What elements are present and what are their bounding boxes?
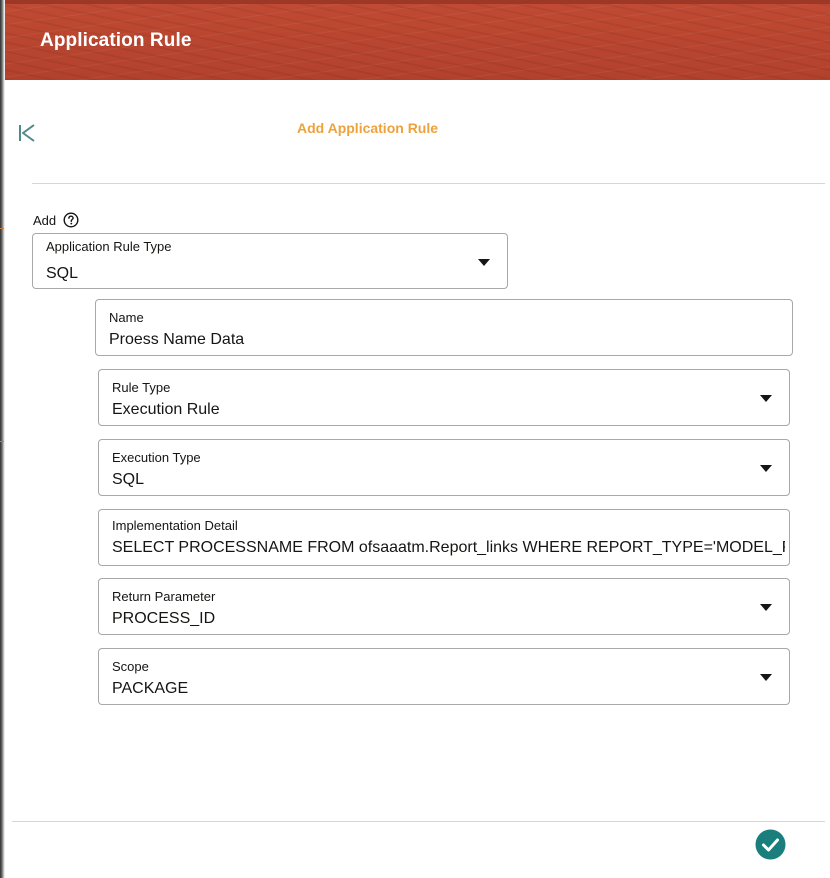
field-value: PACKAGE (112, 680, 189, 697)
caret-down-icon[interactable] (760, 395, 772, 402)
field-label: Execution Type (112, 450, 201, 465)
caret-down-icon[interactable] (478, 259, 490, 266)
execution-type-select[interactable]: Execution Type SQL (98, 439, 790, 496)
application-rule-type-select[interactable]: Application Rule Type SQL (32, 233, 508, 289)
back-button[interactable] (14, 120, 40, 146)
divider (12, 821, 825, 822)
edge-tick (0, 441, 4, 442)
caret-down-icon[interactable] (760, 604, 772, 611)
caret-down-icon[interactable] (760, 465, 772, 472)
name-field[interactable]: Name Proess Name Data (95, 299, 793, 356)
rule-type-select[interactable]: Rule Type Execution Rule (98, 369, 790, 426)
skip-back-icon (19, 124, 35, 142)
field-value: PROCESS_ID (112, 610, 216, 627)
field-value: SQL (112, 471, 145, 488)
field-label: Rule Type (112, 380, 171, 395)
panel-title: Add Application Rule (297, 120, 439, 136)
field-label: Name (109, 310, 144, 325)
question-circle-icon[interactable] (63, 212, 79, 228)
caret-down-icon[interactable] (760, 674, 772, 681)
divider (32, 183, 825, 184)
scope-select[interactable]: Scope PACKAGE (98, 648, 790, 705)
application-rule-page: Application Rule Add Application Rule Ad… (0, 0, 830, 878)
check-circle-icon[interactable] (755, 829, 786, 860)
field-label: Implementation Detail (112, 518, 238, 533)
page-header: Application Rule (5, 0, 830, 80)
add-label: Add (33, 213, 57, 228)
field-value: Execution Rule (112, 401, 220, 418)
left-edge-strip (0, 0, 5, 878)
field-label: Return Parameter (112, 589, 216, 604)
edge-tick (0, 228, 4, 229)
field-value: SELECT PROCESSNAME FROM ofsaaatm.Report_… (112, 539, 785, 556)
implementation-detail-field[interactable]: Implementation Detail SELECT PROCESSNAME… (98, 509, 790, 566)
return-parameter-select[interactable]: Return Parameter PROCESS_ID (98, 578, 790, 635)
field-label: Scope (112, 659, 149, 674)
page-title: Application Rule (40, 30, 192, 51)
field-label: Application Rule Type (46, 239, 172, 254)
field-value: SQL (46, 265, 79, 282)
field-value: Proess Name Data (109, 331, 245, 348)
